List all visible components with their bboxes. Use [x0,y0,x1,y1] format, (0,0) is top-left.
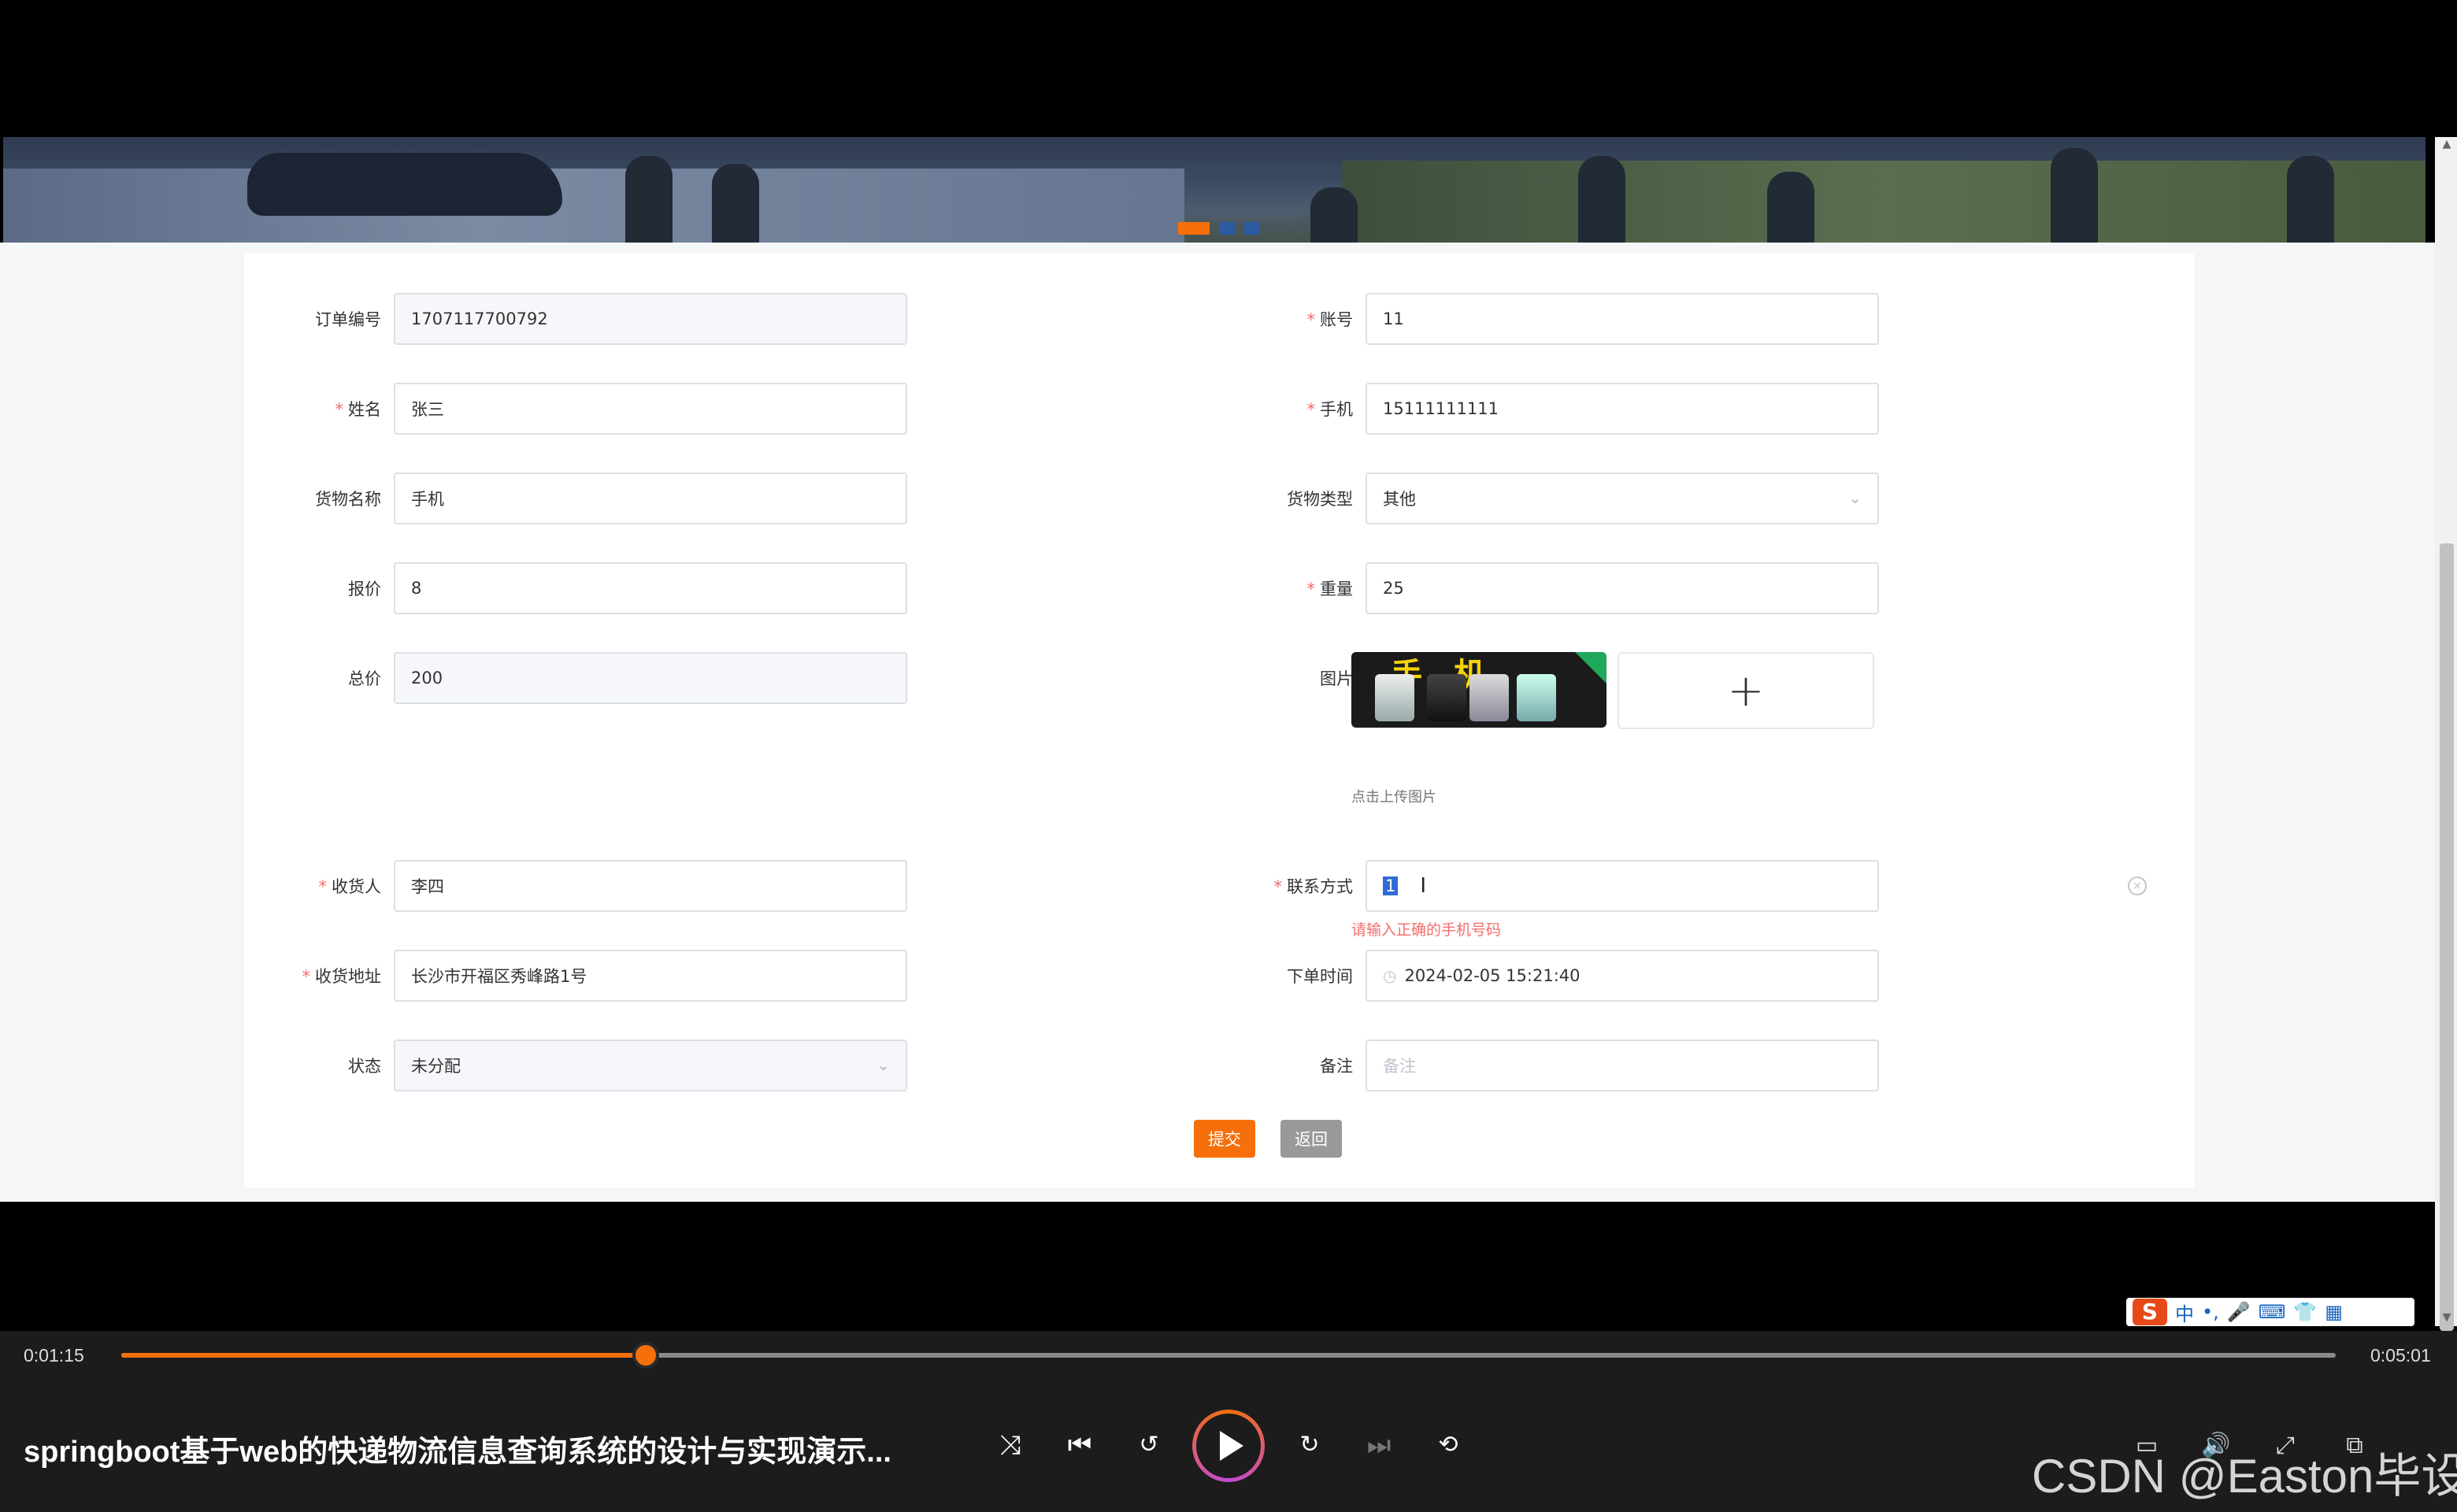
progress-bar-fill [121,1353,647,1358]
scroll-up-arrow-icon[interactable]: ▲ [2440,137,2454,151]
weight-label: 重量 [1320,580,1353,598]
plus-icon: + [1727,665,1765,717]
image-upload-button[interactable]: + [1618,652,1874,729]
toolbox-icon[interactable]: ▦ [2325,1301,2343,1323]
receiver-input[interactable]: 李四 [394,860,907,912]
punctuation-icon[interactable]: •, [2202,1301,2219,1323]
shuffle-icon[interactable]: ⤨ [992,1427,1028,1463]
order-no-label: 订单编号 [315,310,381,329]
form-row-total: 总价 200 [268,652,907,704]
order-no-input[interactable]: 1707117700792 [394,293,907,345]
previous-icon[interactable]: ⏮ [1062,1427,1098,1463]
goods-name-input[interactable]: 手机 [394,472,907,524]
chevron-down-icon: ⌄ [876,1055,890,1074]
csdn-watermark: CSDN @Easton毕设 [2032,1450,2457,1503]
play-icon [1220,1431,1243,1461]
phone-input[interactable]: 15111111111 [1366,383,1879,435]
contact-input[interactable]: 1 I [1366,860,1879,912]
goods-name-label: 货物名称 [315,490,381,509]
form-row-quote: 报价 8 [268,562,907,614]
image-label: 图片 [1320,669,1353,688]
form-row-receiver: * 收货人 李四 [268,860,907,912]
weight-input[interactable]: 25 [1366,562,1879,614]
form-row-remark: 备注 备注 [1240,1040,1879,1091]
sogou-logo-icon: S [2133,1299,2167,1325]
carousel-dot-2[interactable] [1219,222,1235,235]
status-select-value: 未分配 [411,1057,461,1076]
order-time-label: 下单时间 [1287,967,1353,986]
goods-type-label: 货物类型 [1287,490,1353,509]
goods-type-select-value: 其他 [1383,490,1416,509]
total-input[interactable]: 200 [394,652,907,704]
form-row-account: * 账号 11 [1240,293,1879,345]
address-input[interactable]: 长沙市开福区秀峰路1号 [394,950,907,1002]
form-row-phone: * 手机 15111111111 [1240,383,1879,435]
carousel-dot-1[interactable] [1178,222,1210,235]
video-title: springboot基于web的快递物流信息查询系统的设计与实现演示... [24,1436,891,1469]
name-input[interactable]: 张三 [394,383,907,435]
total-time: 0:05:01 [2370,1345,2431,1366]
submit-button[interactable]: 提交 [1194,1120,1255,1158]
remark-input[interactable]: 备注 [1366,1040,1879,1091]
back-button[interactable]: 返回 [1280,1120,1342,1158]
rewind-10-icon[interactable]: ↺ [1131,1427,1167,1463]
car-image [247,153,562,216]
chevron-down-icon: ⌄ [1848,488,1862,507]
status-select[interactable]: 未分配 ⌄ [394,1040,907,1091]
form-row-weight: * 重量 25 [1240,562,1879,614]
carousel-dot-3[interactable] [1244,222,1260,235]
clear-circle-icon[interactable]: × [2128,876,2147,895]
quote-input[interactable]: 8 [394,562,907,614]
carousel-indicators [1178,222,1260,235]
goods-type-select[interactable]: 其他 ⌄ [1366,472,1879,524]
clock-icon: ◷ [1383,966,1397,985]
ime-language[interactable]: 中 [2175,1299,2194,1326]
upload-hint: 点击上传图片 [1351,789,1436,806]
repeat-off-icon[interactable]: ⟲ [1430,1427,1466,1463]
quote-label: 报价 [348,580,381,598]
phone-label: 手机 [1320,400,1353,419]
form-row-status: 状态 未分配 ⌄ [268,1040,907,1091]
form-row-goods-name: 货物名称 手机 [268,472,907,524]
order-form-card: 订单编号 1707117700792 * 姓名 张三 货物名称 手机 报价 8 总… [244,254,2194,1188]
total-label: 总价 [348,669,381,688]
scrollbar-thumb[interactable] [2440,543,2454,1331]
form-row-address: * 收货地址 长沙市开福区秀峰路1号 [268,950,907,1002]
form-row-name: * 姓名 张三 [268,383,907,435]
form-row-order-no: 订单编号 1707117700792 [268,293,907,345]
remark-label: 备注 [1320,1057,1353,1076]
next-icon[interactable]: ⏭ [1361,1427,1397,1463]
contact-error-message: 请输入正确的手机号码 [1351,921,1502,939]
screen: ▲ ▼ 订单编号 1707117700792 * 姓名 张三 货物名称 手机 报价… [0,0,2457,1512]
receiver-label: 收货人 [332,877,381,896]
microphone-icon[interactable]: 🎤 [2227,1301,2251,1323]
forward-30-icon[interactable]: ↻ [1292,1427,1328,1463]
contact-label: 联系方式 [1287,877,1353,896]
contact-input-value: 1 [1383,876,1399,895]
form-row-contact: * 联系方式 1 I [1240,860,1879,912]
account-input[interactable]: 11 [1366,293,1879,345]
account-label: 账号 [1320,310,1353,329]
status-label: 状态 [348,1057,381,1076]
form-row-goods-type: 货物类型 其他 ⌄ [1240,472,1879,524]
scroll-down-arrow-icon[interactable]: ▼ [2440,1310,2454,1325]
text-cursor-icon: I [1420,874,1427,898]
address-label: 收货地址 [315,967,381,986]
page-content: 订单编号 1707117700792 * 姓名 张三 货物名称 手机 报价 8 总… [0,243,2435,1202]
form-row-image: 图片 [1240,652,1366,704]
keyboard-icon[interactable]: ⌨ [2259,1301,2286,1323]
skin-icon[interactable]: 👕 [2293,1301,2317,1323]
ime-toolbar[interactable]: S 中 •, 🎤 ⌨ 👕 ▦ [2126,1298,2414,1326]
form-row-order-time: 下单时间 ◷ 2024-02-05 15:21:40 [1240,950,1879,1002]
uploaded-image-thumbnail[interactable]: 手机 [1351,652,1606,728]
play-button[interactable] [1192,1410,1265,1482]
order-time-picker[interactable]: ◷ 2024-02-05 15:21:40 [1366,950,1879,1002]
order-time-value: 2024-02-05 15:21:40 [1404,966,1581,985]
name-label: 姓名 [348,400,381,419]
current-time: 0:01:15 [24,1345,84,1366]
